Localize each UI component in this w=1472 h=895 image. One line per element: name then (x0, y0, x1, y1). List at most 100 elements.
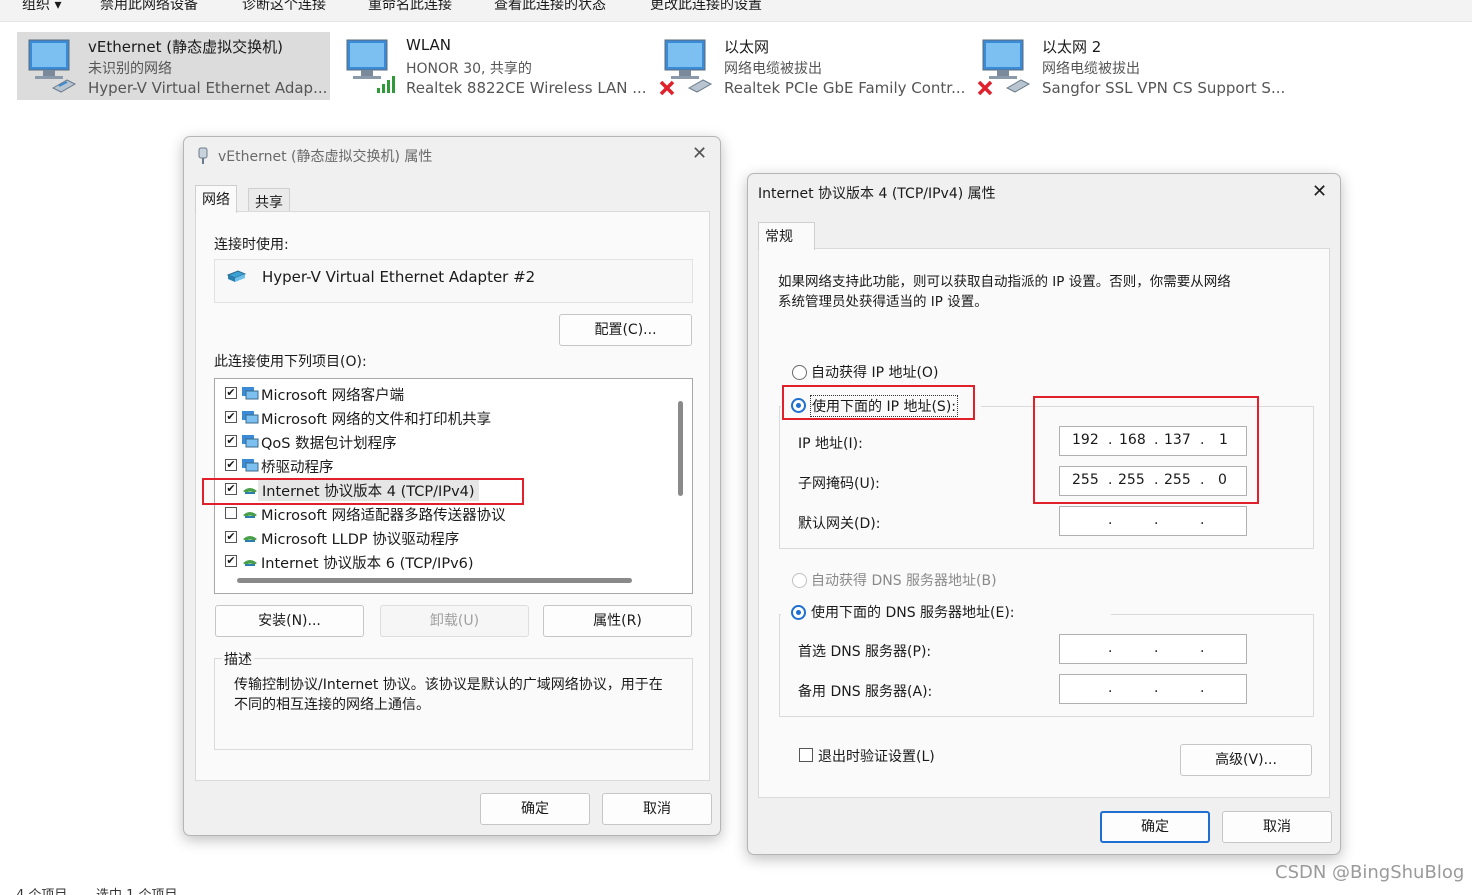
item-checkbox[interactable]: ✔ (225, 555, 237, 567)
general-tab-panel: 如果网络支持此功能，则可以获取自动指派的 IP 设置。否则，你需要从网络 系统管… (758, 248, 1330, 798)
item-checkbox[interactable]: ✔ (225, 531, 237, 543)
tab-network[interactable]: 网络 (195, 185, 237, 213)
subnet-mask-field[interactable]: 255. 255. 255. 0 (1059, 466, 1247, 496)
item-checkbox[interactable]: ✔ (225, 411, 237, 423)
item-label: Microsoft 网络客户端 (261, 388, 405, 404)
adapter-plug-icon (198, 147, 208, 164)
validate-label[interactable]: 退出时验证设置(L) (818, 746, 935, 766)
description-text: 传输控制协议/Internet 协议。该协议是默认的广域网络协议，用于在不同的相… (234, 677, 663, 713)
dns-group: 首选 DNS 服务器(P): 备用 DNS 服务器(A): ... ... (779, 614, 1314, 717)
item-label: Microsoft LLDP 协议驱动程序 (261, 532, 460, 548)
adapter-device: Realtek PCIe GbE Family Contr... (724, 79, 966, 97)
auto-dns-radio[interactable] (792, 573, 807, 588)
vertical-scrollbar[interactable] (678, 401, 683, 496)
auto-ip-label[interactable]: 自动获得 IP 地址(O) (811, 362, 938, 382)
adapter-status: 网络电缆被拔出 (1042, 61, 1140, 77)
adapter-device: Hyper-V Virtual Ethernet Adap... (88, 79, 328, 97)
item-checkbox[interactable]: ✔ (225, 435, 237, 447)
disable-device-button[interactable]: 禁用此网络设备 (100, 0, 198, 14)
item-checkbox[interactable]: ✔ (225, 387, 237, 399)
cancel-button[interactable]: 取消 (602, 793, 712, 825)
cancel-button[interactable]: 取消 (1222, 811, 1332, 843)
gateway-label: 默认网关(D): (798, 516, 881, 532)
properties-button[interactable]: 属性(R) (543, 605, 692, 637)
item-checkbox[interactable] (225, 507, 237, 519)
item-label: Internet 协议版本 4 (TCP/IPv4) (258, 480, 479, 501)
items-label: 此连接使用下列项目(O): (214, 354, 367, 370)
install-button[interactable]: 安装(N)... (215, 605, 364, 637)
connect-using-label: 连接时使用: (214, 237, 289, 253)
validate-checkbox[interactable] (799, 748, 813, 762)
item-label: Microsoft 网络适配器多路传送器协议 (261, 508, 506, 524)
file-sharing-icon (242, 411, 259, 424)
preferred-dns-label: 首选 DNS 服务器(P): (798, 644, 932, 660)
ipv4-properties-dialog: Internet 协议版本 4 (TCP/IPv4) 属性 ✕ 常规 如果网络支… (747, 173, 1341, 855)
organize-menu[interactable]: 组织 ▾ (22, 0, 61, 14)
adapter-name: vEthernet (静态虚拟交换机) (88, 38, 283, 56)
description-group: 描述 传输控制协议/Internet 协议。该协议是默认的广域网络协议，用于在不… (214, 649, 693, 750)
configure-button[interactable]: 配置(C)... (559, 314, 692, 346)
manual-ip-label[interactable]: 使用下面的 IP 地址(S): (810, 395, 958, 417)
components-list[interactable]: ✔ Microsoft 网络客户端 ✔ Microsoft 网络的文件和打印机共… (214, 378, 693, 594)
adapter-name: Hyper-V Virtual Ethernet Adapter #2 (262, 268, 536, 286)
adapter-wlan[interactable]: WLAN HONOR 30, 共享的 Realtek 8822CE Wirele… (335, 32, 647, 100)
adapter-status: 网络电缆被拔出 (724, 61, 822, 77)
advanced-button[interactable]: 高级(V)... (1180, 744, 1312, 776)
adapter-status: HONOR 30, 共享的 (406, 61, 532, 77)
protocol-icon (243, 536, 257, 542)
adapter-ethernet[interactable]: 以太网 网络电缆被拔出 Realtek PCIe GbE Family Cont… (653, 32, 965, 100)
adapter-name: 以太网 2 (1042, 38, 1102, 56)
adapter-device: Sangfor SSL VPN CS Support S... (1042, 79, 1286, 97)
adapter-ethernet-2[interactable]: 以太网 2 网络电缆被拔出 Sangfor SSL VPN CS Support… (971, 32, 1291, 100)
alternate-dns-label: 备用 DNS 服务器(A): (798, 684, 933, 700)
item-label: QoS 数据包计划程序 (261, 436, 397, 452)
ok-button[interactable]: 确定 (480, 793, 590, 825)
item-label: Internet 协议版本 6 (TCP/IPv6) (261, 556, 474, 572)
preferred-dns-field[interactable]: ... (1059, 634, 1247, 664)
adapter-display: Hyper-V Virtual Ethernet Adapter #2 (214, 259, 693, 303)
item-label: Microsoft 网络的文件和打印机共享 (261, 412, 492, 428)
wireless-adapter-icon (346, 39, 395, 93)
description-label: 描述 (222, 649, 254, 669)
selected-count: 选中 1 个项目 (96, 884, 178, 895)
gateway-field[interactable]: ... (1059, 506, 1247, 536)
alternate-dns-field[interactable]: ... (1059, 674, 1247, 704)
ip-address-field[interactable]: 192. 168. 137. 1 (1059, 426, 1247, 456)
close-icon[interactable]: ✕ (1312, 181, 1327, 202)
item-count: 4 个项目 (16, 884, 67, 895)
rename-button[interactable]: 重命名此连接 (368, 0, 452, 14)
manual-dns-radio[interactable] (791, 605, 806, 620)
network-adapter-icon (28, 39, 77, 93)
item-checkbox[interactable]: ✔ (225, 459, 237, 471)
protocol-icon (243, 560, 257, 566)
protocol-icon (243, 488, 257, 494)
close-icon[interactable]: ✕ (692, 143, 707, 164)
adapter-device: Realtek 8822CE Wireless LAN ... (406, 79, 647, 97)
auto-dns-label[interactable]: 自动获得 DNS 服务器地址(B) (811, 570, 997, 590)
adapter-properties-dialog: vEthernet (静态虚拟交换机) 属性 ✕ 网络 共享 连接时使用: Hy… (183, 136, 721, 836)
diagnose-button[interactable]: 诊断这个连接 (242, 0, 326, 14)
horizontal-scrollbar[interactable] (237, 578, 632, 583)
qos-icon (242, 435, 259, 448)
network-tab-panel: 连接时使用: Hyper-V Virtual Ethernet Adapter … (195, 211, 710, 781)
adapter-vethernet[interactable]: vEthernet (静态虚拟交换机) 未识别的网络 Hyper-V Virtu… (17, 32, 330, 100)
intro-text: 如果网络支持此功能，则可以获取自动指派的 IP 设置。否则，你需要从网络 (778, 274, 1231, 290)
auto-ip-radio[interactable] (792, 365, 807, 380)
manual-dns-label[interactable]: 使用下面的 DNS 服务器地址(E): (811, 602, 1015, 622)
view-status-button[interactable]: 查看此连接的状态 (494, 0, 606, 14)
adapter-name: 以太网 (724, 38, 770, 56)
uninstall-button[interactable]: 卸载(U) (380, 605, 529, 637)
change-settings-button[interactable]: 更改此连接的设置 (650, 0, 762, 14)
tab-general[interactable]: 常规 (758, 222, 815, 250)
subnet-mask-label: 子网掩码(U): (798, 476, 880, 492)
manual-ip-radio[interactable] (791, 398, 806, 413)
protocol-icon (243, 512, 257, 518)
item-checkbox[interactable]: ✔ (225, 483, 237, 495)
item-label: 桥驱动程序 (261, 460, 334, 476)
watermark: CSDN @BingShuBlog (1275, 862, 1465, 883)
ip-address-label: IP 地址(I): (798, 436, 863, 452)
ok-button[interactable]: 确定 (1100, 811, 1210, 843)
adapter-status: 未识别的网络 (88, 61, 172, 77)
adapter-name: WLAN (406, 36, 452, 54)
bridge-driver-icon (242, 459, 259, 472)
